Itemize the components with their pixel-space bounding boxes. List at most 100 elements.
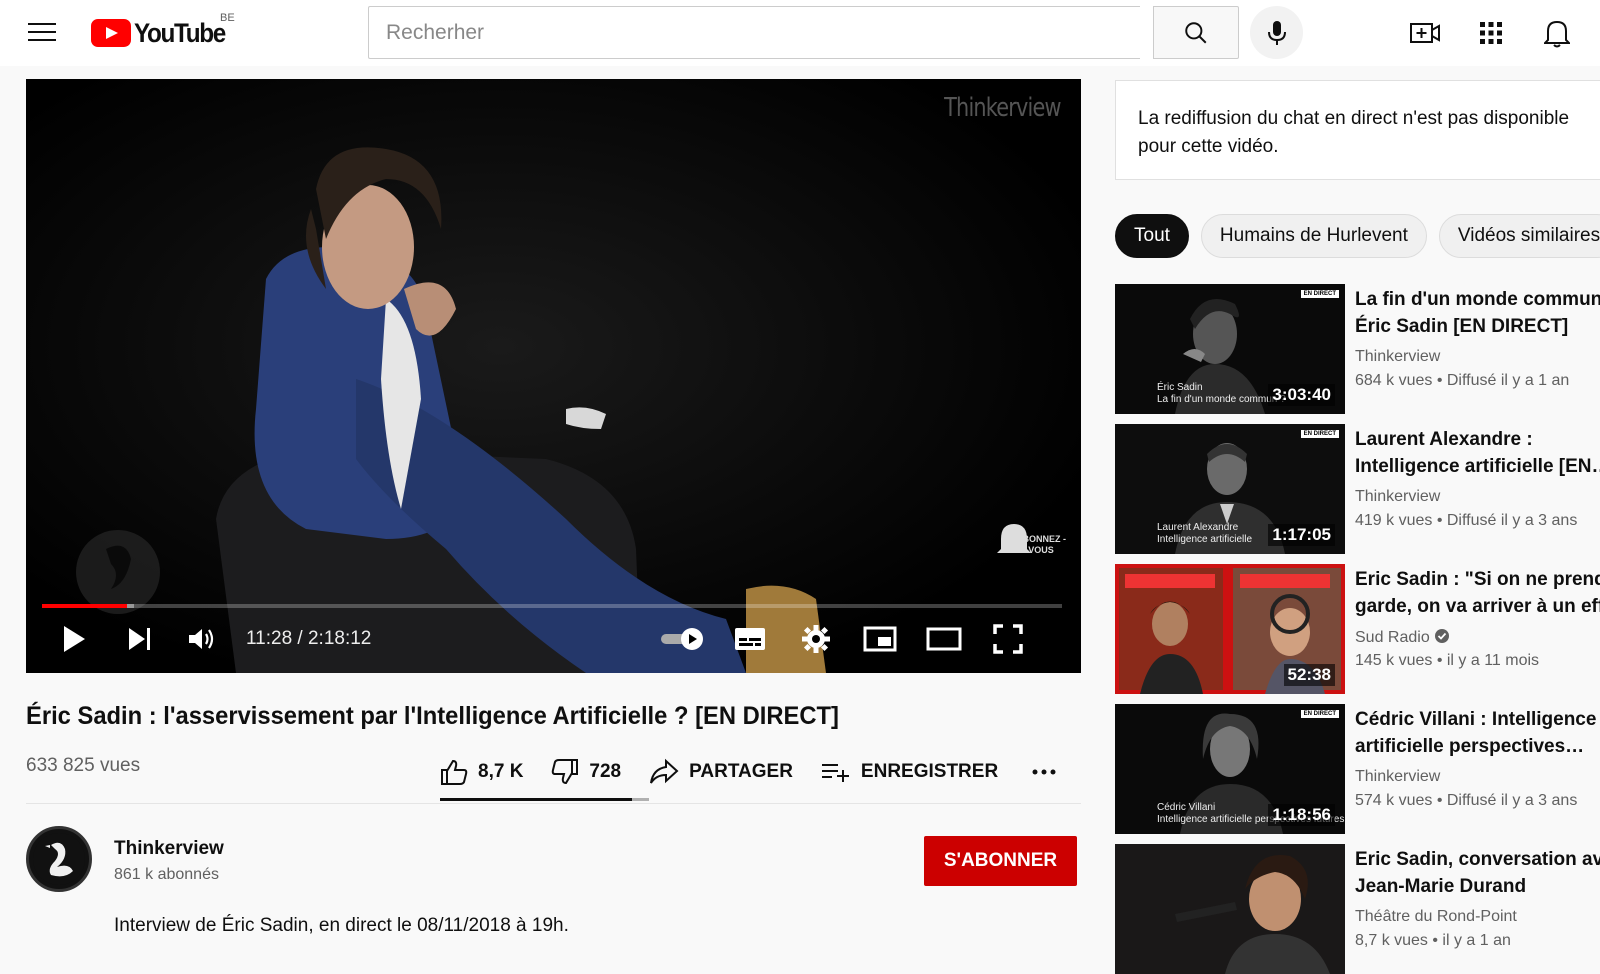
apps-grid-icon[interactable] — [1474, 16, 1508, 50]
save-button[interactable]: ENREGISTRER — [821, 760, 998, 784]
thumbnail-image — [1115, 844, 1345, 974]
channel-name[interactable]: Théâtre du Rond-Point — [1355, 908, 1517, 926]
channel-name[interactable]: Thinkerview — [1355, 768, 1440, 786]
more-horizontal-icon — [1032, 769, 1056, 775]
notifications-bell-icon[interactable] — [1540, 16, 1574, 50]
chip-humains-de-hurlevent[interactable]: Humains de Hurlevent — [1200, 214, 1427, 258]
video-thumbnail[interactable]: EN DIRECT Éric Sadin La fin d'un monde co… — [1115, 284, 1345, 414]
logo-text: YouTube — [134, 17, 226, 48]
search-icon — [1185, 21, 1207, 43]
country-code: BE — [220, 12, 235, 24]
volume-button[interactable] — [184, 619, 220, 659]
time-display: 11:28 / 2:18:12 — [246, 628, 372, 649]
miniplayer-icon — [863, 626, 897, 652]
channel-name[interactable]: Thinkerview — [114, 838, 224, 860]
video-duration: 1:18:56 — [1268, 804, 1335, 826]
progress-bar[interactable] — [42, 604, 1062, 608]
live-badge: EN DIRECT — [1300, 430, 1339, 438]
top-bar: YouTube BE — [0, 0, 1600, 66]
dislike-button[interactable]: 728 — [551, 758, 621, 786]
subtitles-icon — [735, 628, 765, 650]
save-label: ENREGISTRER — [860, 761, 999, 782]
dislike-count: 728 — [589, 761, 622, 782]
recommended-video[interactable]: EN DIRECT Éric Sadin La fin d'un monde co… — [1115, 284, 1600, 414]
video-player[interactable]: Thinkerview ABONNEZ -VOUS 11:28 / 2:18:1… — [26, 79, 1081, 673]
like-button[interactable]: 8,7 K — [440, 758, 523, 786]
video-thumbnail[interactable] — [1115, 844, 1345, 974]
video-duration: 52:38 — [1283, 664, 1335, 686]
video-meta: 419 k vues • Diffusé il y a 3 ans — [1355, 512, 1578, 529]
live-chat-replay-notice: La rediffusion du chat en direct n'est p… — [1115, 80, 1600, 180]
video-meta: 145 k vues • il y a 11 mois — [1355, 652, 1540, 669]
subscribe-overlay-text[interactable]: ABONNEZ -VOUS — [1011, 534, 1071, 556]
miniplayer-button[interactable] — [860, 619, 900, 659]
recommended-video[interactable]: 52:38 Eric Sadin : "Si on ne prend pasga… — [1115, 564, 1600, 694]
video-duration: 3:03:40 — [1268, 384, 1335, 406]
video-thumbnail[interactable]: 52:38 — [1115, 564, 1345, 694]
more-actions-button[interactable] — [1032, 768, 1066, 776]
recommended-video[interactable]: Eric Sadin, conversation avec Jean-Marie … — [1115, 844, 1600, 974]
video-title[interactable]: Laurent Alexandre : Intelligence artifici… — [1355, 426, 1600, 480]
live-badge: EN DIRECT — [1300, 710, 1339, 718]
channel-name[interactable]: Thinkerview — [1355, 488, 1440, 506]
share-label: PARTAGER — [689, 761, 793, 782]
gear-icon — [802, 625, 830, 653]
share-button[interactable]: PARTAGER — [649, 758, 793, 786]
mic-icon — [1267, 20, 1286, 45]
subtitles-button[interactable] — [730, 619, 770, 659]
fullscreen-icon — [993, 624, 1023, 654]
video-title[interactable]: Cédric Villani : Intelligence artificiell… — [1355, 706, 1600, 760]
video-actions: 8,7 K 728 PARTAGER ENREGISTRER — [440, 752, 1094, 792]
chip-related-videos[interactable]: Vidéos similaires — [1438, 214, 1600, 258]
play-button[interactable] — [56, 619, 92, 659]
youtube-play-logo-icon — [91, 19, 131, 47]
create-video-icon[interactable] — [1408, 16, 1442, 50]
subscribe-button[interactable]: S'ABONNER — [924, 836, 1077, 886]
view-count: 633 825 vues — [26, 755, 141, 776]
add-to-playlist-icon — [821, 764, 849, 782]
channel-avatar[interactable] — [26, 826, 92, 892]
video-thumbnail[interactable]: EN DIRECT Cédric Villani Intelligence art… — [1115, 704, 1345, 834]
channel-name[interactable]: Sud Radio — [1355, 628, 1450, 647]
like-dislike-ratio-bar — [440, 798, 649, 801]
video-meta: 8,7 k vues • il y a 1 an — [1355, 932, 1511, 949]
like-count: 8,7 K — [478, 761, 524, 782]
video-title[interactable]: La fin d'un monde commun ? Éric Sadin [EN… — [1355, 286, 1600, 340]
video-meta: 684 k vues • Diffusé il y a 1 an — [1355, 372, 1570, 389]
filter-chips: Tout Humains de Hurlevent Vidéos similai… — [1115, 214, 1600, 258]
video-duration: 1:17:05 — [1268, 524, 1335, 546]
menu-icon[interactable] — [28, 20, 56, 44]
search-input[interactable] — [368, 6, 1140, 59]
progress-played — [42, 604, 127, 608]
video-title: Éric Sadin : l'asservissement par l'Inte… — [26, 702, 839, 730]
search-button[interactable] — [1153, 6, 1239, 59]
voice-search-button[interactable] — [1250, 6, 1303, 59]
thumbs-up-icon — [441, 759, 468, 785]
settings-button[interactable] — [796, 619, 836, 659]
live-badge: EN DIRECT — [1300, 290, 1339, 298]
next-button[interactable] — [122, 619, 158, 659]
thumbnail-caption: Laurent Alexandre Intelligence artificiel… — [1157, 522, 1253, 545]
fullscreen-button[interactable] — [988, 619, 1028, 659]
share-icon — [650, 758, 679, 784]
verified-check-icon — [1435, 629, 1450, 643]
video-thumbnail[interactable]: EN DIRECT Laurent Alexandre Intelligence … — [1115, 424, 1345, 554]
theater-mode-button[interactable] — [924, 619, 964, 659]
video-frame — [26, 79, 1081, 673]
channel-name[interactable]: Thinkerview — [1355, 348, 1440, 366]
divider — [26, 803, 1081, 804]
channel-watermark: Thinkerview — [944, 93, 1061, 123]
next-icon — [129, 628, 150, 650]
recommended-video[interactable]: EN DIRECT Laurent Alexandre Intelligence … — [1115, 424, 1600, 554]
play-icon — [64, 626, 85, 652]
subscriber-count: 861 k abonnés — [114, 866, 219, 883]
swan-logo-icon — [33, 833, 85, 885]
recommended-video[interactable]: EN DIRECT Cédric Villani Intelligence art… — [1115, 704, 1600, 834]
video-title[interactable]: Eric Sadin, conversation avec Jean-Marie … — [1355, 846, 1600, 900]
youtube-logo[interactable]: YouTube — [91, 17, 235, 49]
chip-all[interactable]: Tout — [1115, 214, 1189, 258]
video-title[interactable]: Eric Sadin : "Si on ne prend pasgarde, o… — [1355, 566, 1600, 620]
video-meta: 574 k vues • Diffusé il y a 3 ans — [1355, 792, 1578, 809]
autoplay-toggle[interactable] — [658, 619, 708, 659]
chat-notice-text: La rediffusion du chat en direct n'est p… — [1138, 108, 1570, 157]
